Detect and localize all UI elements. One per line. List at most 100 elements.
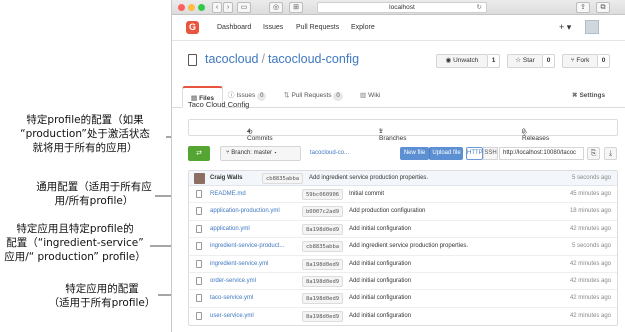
file-commit-time: 45 minutes ago — [569, 191, 611, 197]
gogs-nav: G Dashboard Issues Pull Requests Explore… — [172, 15, 625, 41]
fork-button[interactable]: ⑂ Fork — [562, 54, 598, 68]
nav-explore[interactable]: Explore — [351, 24, 375, 31]
address-text: localhost — [389, 4, 415, 11]
close-window-icon[interactable] — [178, 4, 185, 11]
forward-icon[interactable]: › — [223, 2, 233, 13]
file-name-link[interactable]: ingredient-service.yml — [210, 261, 268, 267]
pull-request-icon: ⇅ — [284, 92, 290, 99]
star-label: Star — [522, 57, 535, 64]
commits-label: 4 Commits — [247, 128, 273, 142]
file-commit-sha[interactable]: b0007c2ad9 — [302, 206, 344, 218]
tab-wiki[interactable]: ▥ Wiki — [360, 89, 380, 108]
file-commit-time: 5 seconds ago — [571, 243, 611, 250]
file-name-link[interactable]: ingredient-service-product... — [210, 243, 284, 249]
author-avatar — [194, 173, 205, 184]
sidebar-icon[interactable]: ▭ — [237, 2, 251, 13]
file-row: ingredient-service-product... cb8835abba A… — [189, 238, 617, 256]
annotation-line: 应用/“ production” profile） — [4, 251, 146, 263]
file-commit-time: 42 minutes ago — [569, 295, 611, 302]
latest-commit-row: Craig Walls cb8835abba Add ingredient se… — [189, 171, 617, 186]
file-commit-sha[interactable]: cb8835abba — [302, 241, 344, 253]
issue-icon: ⓘ — [228, 92, 235, 99]
ssh-clone-button[interactable]: SSH — [483, 147, 498, 160]
repo-owner-link[interactable]: tacocloud — [205, 52, 259, 66]
nav-issues[interactable]: Issues — [263, 24, 283, 31]
share-icon[interactable]: ⇪ — [576, 2, 590, 13]
file-icon — [196, 190, 202, 198]
file-name-link[interactable]: taco-service.yml — [210, 295, 253, 301]
repo-header: tacocloud / tacocloud-config ◉ Unwatch 1 ☆… — [172, 41, 625, 83]
stars-count[interactable]: 0 — [543, 54, 555, 68]
create-new-menu[interactable]: + ▾ — [559, 22, 571, 33]
compare-branch-button[interactable]: ⇄ — [188, 146, 210, 161]
branch-selector[interactable]: ⑂ Branch: master ▾ — [220, 146, 301, 161]
compare-icon: ⇄ — [196, 150, 202, 157]
reload-icon[interactable]: ↻ — [477, 3, 482, 12]
branches-label: 1 Branches — [379, 128, 407, 142]
file-commit-time: 42 minutes ago — [569, 225, 611, 232]
clone-url-input[interactable]: http://localhost:10080/tacoc — [499, 147, 584, 160]
file-row: order-service.yml 8a198d0ed9 Add initial c… — [189, 273, 617, 291]
file-commit-sha[interactable]: 8a198d0ed9 — [302, 223, 344, 235]
file-commit-message: Add initial configuration — [349, 277, 412, 284]
commit-sha[interactable]: cb8835abba — [262, 173, 304, 184]
repo-name-link[interactable]: tacocloud-config — [268, 52, 359, 66]
file-icon — [196, 259, 202, 268]
file-name-link[interactable]: order-service.yml — [210, 278, 256, 284]
gogs-logo-icon[interactable]: G — [186, 21, 199, 34]
nav-pull-requests[interactable]: Pull Requests — [296, 24, 339, 31]
new-tab-icon[interactable]: ⧉ — [596, 2, 610, 13]
upload-file-button[interactable]: Upload file — [429, 147, 463, 160]
file-name-link[interactable]: user-service.yml — [210, 313, 254, 319]
annotation-line: 特定应用且特定profile的 — [16, 223, 134, 235]
commit-author[interactable]: Craig Walls — [210, 175, 242, 181]
file-commit-sha[interactable]: 59bc060906 — [302, 189, 344, 200]
tab-label: Wiki — [368, 92, 381, 99]
file-commit-sha[interactable]: 8a198d0ed9 — [302, 293, 344, 305]
commit-time: 5 seconds ago — [571, 175, 611, 181]
browser-toolbar: ‹ › ▭ ◎ ⊞ localhost ↻ ⇪ ⧉ — [172, 0, 625, 15]
file-commit-message: Add initial configuration — [349, 260, 412, 267]
minimize-window-icon[interactable] — [188, 4, 195, 11]
address-bar[interactable]: localhost ↻ — [317, 2, 487, 13]
nav-dashboard[interactable]: Dashboard — [217, 24, 251, 31]
new-file-button[interactable]: New file — [400, 147, 429, 160]
branch-selector-label: Branch: master ▾ — [231, 150, 278, 156]
file-row: taco-service.yml 8a198d0ed9 Add initial co… — [189, 290, 617, 308]
file-row: ingredient-service.yml 8a198d0ed9 Add init… — [189, 256, 617, 273]
forks-count[interactable]: 0 — [598, 54, 610, 68]
file-name-link[interactable]: README.md — [210, 191, 246, 197]
back-icon[interactable]: ‹ — [212, 2, 222, 13]
user-avatar[interactable] — [585, 20, 599, 34]
file-name-link[interactable]: application.yml — [210, 226, 250, 232]
watchers-count[interactable]: 1 — [488, 54, 500, 68]
download-icon[interactable]: ⤓ — [604, 147, 617, 160]
file-commit-sha[interactable]: 8a198d0ed9 — [302, 275, 344, 287]
path-breadcrumb[interactable]: tacocloud-co... — [310, 150, 349, 156]
tab-pull-requests[interactable]: ⇅ Pull Requests 0 — [284, 89, 343, 108]
repo-title: tacocloud / tacocloud-config — [205, 52, 359, 66]
fork-label: Fork — [576, 57, 590, 64]
zoom-window-icon[interactable] — [198, 4, 205, 11]
http-clone-button[interactable]: HTTP — [466, 147, 483, 160]
annotation-line: 通用配置（适用于所有应 — [36, 181, 152, 193]
tab-settings[interactable]: ✖ Settings — [572, 89, 605, 108]
tools-icon: ✖ — [572, 92, 578, 99]
copy-icon[interactable]: ⎘ — [587, 147, 600, 160]
file-icon — [196, 276, 202, 285]
file-commit-sha[interactable]: 8a198d0ed9 — [302, 258, 344, 270]
repo-description: Taco Cloud Config — [188, 100, 250, 109]
file-commit-time: 42 minutes ago — [569, 277, 611, 284]
repo-icon — [188, 54, 197, 66]
tab-grid-icon[interactable]: ⊞ — [289, 2, 303, 13]
unwatch-label: Unwatch — [453, 57, 479, 64]
file-commit-message: Add initial configuration — [349, 312, 412, 319]
repo-title-separator: / — [261, 52, 265, 66]
unwatch-button[interactable]: ◉ Unwatch — [436, 54, 488, 68]
file-commit-time: 42 minutes ago — [569, 260, 611, 267]
file-commit-sha[interactable]: 8a198d0ed9 — [302, 310, 344, 322]
star-button[interactable]: ☆ Star — [507, 54, 543, 68]
tab-label: Pull Requests — [291, 92, 332, 99]
shield-icon[interactable]: ◎ — [269, 2, 283, 13]
file-name-link[interactable]: application-production.yml — [210, 208, 280, 214]
